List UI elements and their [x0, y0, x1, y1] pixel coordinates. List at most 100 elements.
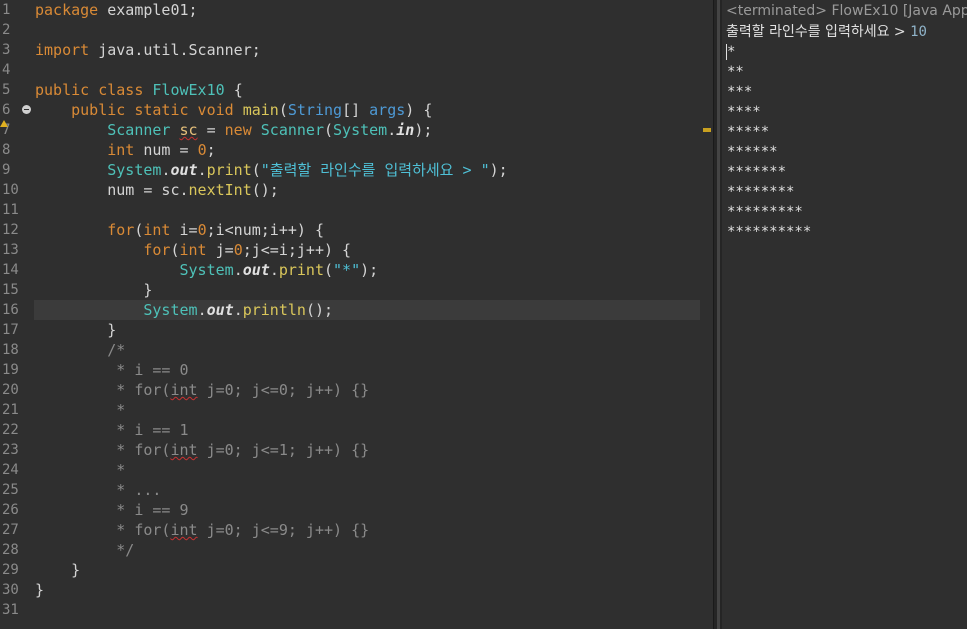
line-number: 31 — [2, 602, 19, 618]
code-line[interactable]: 6 public static void main(String[] args)… — [0, 100, 713, 120]
console-output-line: ***** — [727, 124, 770, 140]
code-line[interactable]: 9 System.out.print("출력할 라인수를 입력하세요 > "); — [0, 160, 713, 180]
code-line[interactable]: 22 * i == 1 — [0, 420, 713, 440]
warning-marker[interactable] — [703, 128, 711, 132]
console-view[interactable]: <terminated> FlowEx10 [Java Application]… — [722, 0, 967, 629]
code-text: * for(int j=0; j<=1; j++) {} — [35, 441, 370, 459]
code-line[interactable]: 27 * for(int j=0; j<=9; j++) {} — [0, 520, 713, 540]
code-line[interactable]: 7 Scanner sc = new Scanner(System.in); — [0, 120, 713, 140]
console-title: <terminated> FlowEx10 [Java Application] — [726, 3, 967, 19]
code-line[interactable]: 14 System.out.print("*"); — [0, 260, 713, 280]
code-text: package example01; — [35, 1, 198, 19]
code-line[interactable]: 15 } — [0, 280, 713, 300]
code-text: System.out.print("*"); — [179, 261, 379, 279]
line-number: 5 — [2, 82, 11, 98]
line-number: 4 — [2, 62, 11, 78]
code-text: * i == 9 — [35, 501, 189, 519]
code-line[interactable]: 16 System.out.println(); — [0, 300, 713, 320]
code-text: * — [35, 401, 126, 419]
line-number: 3 — [2, 42, 11, 58]
code-text: * ... — [35, 481, 162, 499]
line-number: 2 — [2, 22, 11, 38]
code-line[interactable]: 24 * — [0, 460, 713, 480]
editor-content[interactable]: 1 package example01; 2 3 import java.util.Sc… — [0, 0, 713, 629]
console-output-line: ********** — [727, 224, 812, 240]
code-text: public class FlowEx10 { — [35, 81, 243, 99]
code-line[interactable]: 21 * — [0, 400, 713, 420]
console-output-line: ********* — [727, 204, 803, 220]
line-number: 6 — [2, 102, 11, 118]
code-text: import java.util.Scanner; — [35, 41, 261, 59]
code-line[interactable]: 25 * ... — [0, 480, 713, 500]
console-prompt-text: 출력할 라인수를 입력하세요 > — [726, 24, 911, 40]
code-line[interactable]: 12 for(int i=0;i<num;i++) { — [0, 220, 713, 240]
code-line[interactable]: 11 — [0, 200, 713, 220]
code-text: * for(int j=0; j<=0; j++) {} — [35, 381, 370, 399]
code-line[interactable]: 18 /* — [0, 340, 713, 360]
line-number: 17 — [2, 322, 19, 338]
line-number: 12 — [2, 222, 19, 238]
line-number: 24 — [2, 462, 19, 478]
console-user-input: 10 — [910, 24, 927, 40]
line-number: 9 — [2, 162, 11, 178]
line-number: 26 — [2, 502, 19, 518]
console-output-line: *** — [727, 84, 753, 100]
code-line[interactable]: 8 int num = 0; — [0, 140, 713, 160]
line-number: 20 — [2, 382, 19, 398]
code-line[interactable]: 4 — [0, 60, 713, 80]
code-text: Scanner sc = new Scanner(System.in); — [107, 121, 433, 139]
line-number: 10 — [2, 182, 19, 198]
console-output-line: **** — [727, 104, 761, 120]
console-output-line: ****** — [727, 144, 778, 160]
warning-icon[interactable] — [0, 120, 8, 127]
code-text: * i == 0 — [35, 361, 189, 379]
code-line[interactable]: 5 public class FlowEx10 { — [0, 80, 713, 100]
code-line[interactable]: 20 * for(int j=0; j<=0; j++) {} — [0, 380, 713, 400]
code-text: } — [35, 581, 45, 599]
code-line[interactable]: 31 — [0, 600, 713, 620]
code-line[interactable]: 1 package example01; — [0, 0, 713, 20]
code-line[interactable]: 23 * for(int j=0; j<=1; j++) {} — [0, 440, 713, 460]
line-number: 25 — [2, 482, 19, 498]
code-line[interactable]: 26 * i == 9 — [0, 500, 713, 520]
code-text: */ — [35, 541, 135, 559]
code-text: for(int i=0;i<num;i++) { — [107, 221, 324, 239]
code-editor[interactable]: 1 package example01; 2 3 import java.util.Sc… — [0, 0, 713, 629]
line-number: 16 — [2, 302, 19, 318]
text-caret — [726, 44, 727, 60]
code-text: for(int j=0;j<=i;j++) { — [143, 241, 352, 259]
code-text: } — [107, 321, 117, 339]
code-text: public static void main(String[] args) { — [71, 101, 433, 119]
code-line[interactable]: 17 } — [0, 320, 713, 340]
line-number: 18 — [2, 342, 19, 358]
line-number: 15 — [2, 282, 19, 298]
code-line[interactable]: 3 import java.util.Scanner; — [0, 40, 713, 60]
code-text: System.out.println(); — [143, 301, 334, 319]
overview-ruler — [700, 0, 713, 629]
line-number: 1 — [2, 2, 11, 18]
code-text: } — [71, 561, 81, 579]
code-line[interactable]: 30} — [0, 580, 713, 600]
console-prompt: 출력할 라인수를 입력하세요 > 10 — [726, 22, 927, 42]
console-output-line: ******** — [727, 184, 795, 200]
code-line[interactable]: 29 } — [0, 560, 713, 580]
line-number: 22 — [2, 422, 19, 438]
code-line[interactable]: 2 — [0, 20, 713, 40]
line-number: 14 — [2, 262, 19, 278]
code-line[interactable]: 13 for(int j=0;j<=i;j++) { — [0, 240, 713, 260]
line-number: 27 — [2, 522, 19, 538]
console-output-line: ** — [727, 64, 744, 80]
code-text: num = sc.nextInt(); — [107, 181, 279, 199]
line-number: 28 — [2, 542, 19, 558]
console-output-line: * — [727, 44, 736, 60]
code-text: * for(int j=0; j<=9; j++) {} — [35, 521, 370, 539]
line-number: 30 — [2, 582, 19, 598]
console-output-line: ******* — [727, 164, 787, 180]
code-line[interactable]: 10 num = sc.nextInt(); — [0, 180, 713, 200]
line-number: 29 — [2, 562, 19, 578]
line-number: 11 — [2, 202, 19, 218]
fold-toggle-icon[interactable] — [22, 105, 31, 114]
code-line[interactable]: 28 */ — [0, 540, 713, 560]
line-number: 19 — [2, 362, 19, 378]
code-line[interactable]: 19 * i == 0 — [0, 360, 713, 380]
